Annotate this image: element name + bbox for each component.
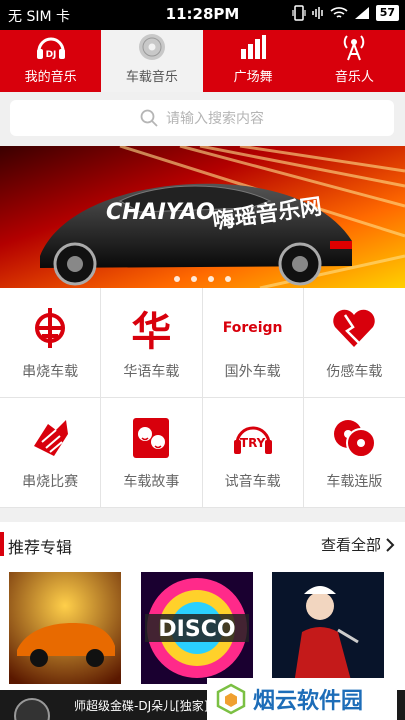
category-label: 串烧车载 (22, 363, 79, 380)
faces-icon (131, 415, 171, 461)
discs-icon (331, 415, 377, 461)
chinese-char-icon: 华 (131, 308, 172, 355)
category-grid: 串烧车载 华 华语车载 Foreign 国外车载 伤感车载 串烧比赛 车载故事 … (0, 288, 405, 508)
category-chinese-car[interactable]: 华 华语车载 (101, 288, 203, 398)
banner-brand: CHAIYAO (106, 200, 215, 225)
carousel-indicator (0, 276, 405, 282)
tab-label: 广场舞 (233, 70, 273, 85)
tab-musician[interactable]: 音乐人 (304, 30, 405, 92)
top-nav: DJ 我的音乐 车载音乐 广场舞 音乐人 (0, 30, 405, 92)
player-disc-icon (14, 698, 50, 720)
search-icon (140, 109, 158, 127)
broken-heart-icon (331, 305, 377, 351)
bar-chart-icon (238, 32, 268, 62)
category-label: 国外车载 (224, 363, 281, 380)
search-area: 请输入搜索内容 (0, 92, 405, 146)
tab-car-music[interactable]: 车载音乐 (101, 30, 203, 92)
try-headphones-icon: TRY (231, 415, 275, 461)
foreign-text-icon: Foreign (222, 319, 283, 336)
category-label: 华语车载 (123, 363, 180, 380)
wifi-icon (330, 7, 348, 18)
vibrate-icon (292, 5, 306, 21)
recommend-header: 推荐专辑 查看全部 (0, 522, 405, 566)
signal-icon (354, 7, 369, 19)
album-list: DISCO (0, 566, 405, 690)
category-car-story[interactable]: 车载故事 (101, 398, 203, 508)
search-placeholder: 请输入搜索内容 (166, 111, 264, 127)
category-label: 试音车载 (224, 473, 281, 490)
category-medley-car[interactable]: 串烧车载 (0, 288, 102, 398)
tab-label: 我的音乐 (24, 70, 77, 85)
category-medley-contest[interactable]: 串烧比赛 (0, 398, 102, 508)
category-foreign-car[interactable]: Foreign 国外车载 (202, 288, 304, 398)
carrier-text: 无 SIM 卡 (8, 9, 70, 25)
handshake-icon (28, 415, 72, 461)
medley-icon (28, 305, 72, 351)
battery-indicator: 57 (375, 5, 399, 21)
watermark-text: 烟云软件园 (253, 689, 364, 714)
svg-text:DJ: DJ (45, 50, 56, 60)
tab-label: 音乐人 (334, 70, 374, 85)
carousel-dot[interactable] (174, 276, 180, 282)
status-bar: 无 SIM 卡 11:28PM 57 (0, 0, 405, 30)
category-label: 伤感车载 (326, 363, 383, 380)
album-cover-singer[interactable] (272, 572, 384, 684)
vibrate-bars-icon (311, 7, 323, 19)
view-all-label: 查看全部 (320, 536, 381, 554)
banner-carousel[interactable]: CHAIYAO 嗨瑶音乐网 (0, 146, 405, 288)
try-label: TRY (239, 435, 266, 450)
category-test-car[interactable]: TRY 试音车载 (202, 398, 304, 508)
dj-headphones-icon: DJ (34, 32, 68, 62)
category-label: 串烧比赛 (22, 473, 79, 490)
section-title: 推荐专辑 (8, 538, 73, 557)
watermark: 烟云软件园 (207, 678, 397, 720)
category-car-series[interactable]: 车载连版 (303, 398, 405, 508)
category-sad-car[interactable]: 伤感车载 (303, 288, 405, 398)
now-playing-title: 师超级金碟-DJ朵儿[独家] (74, 699, 209, 713)
antenna-icon (339, 32, 369, 62)
svg-text:DISCO: DISCO (158, 617, 235, 642)
chevron-right-icon (386, 537, 395, 552)
category-label: 车载连版 (326, 473, 383, 490)
carousel-dot[interactable] (191, 276, 197, 282)
view-all-link[interactable]: 查看全部 (321, 534, 395, 555)
tab-label: 车载音乐 (125, 70, 178, 85)
album-cover-disco[interactable]: DISCO (141, 572, 253, 684)
tab-my-music[interactable]: DJ 我的音乐 (0, 30, 101, 92)
disc-icon (137, 32, 167, 62)
category-label: 车载故事 (123, 473, 180, 490)
carousel-dot[interactable] (225, 276, 231, 282)
album-cover-car[interactable] (9, 572, 121, 684)
watermark-logo-icon (216, 683, 246, 715)
section-accent-bar (0, 532, 4, 556)
carousel-dot[interactable] (208, 276, 214, 282)
tab-square-dance[interactable]: 广场舞 (203, 30, 304, 92)
search-input[interactable]: 请输入搜索内容 (10, 100, 394, 136)
